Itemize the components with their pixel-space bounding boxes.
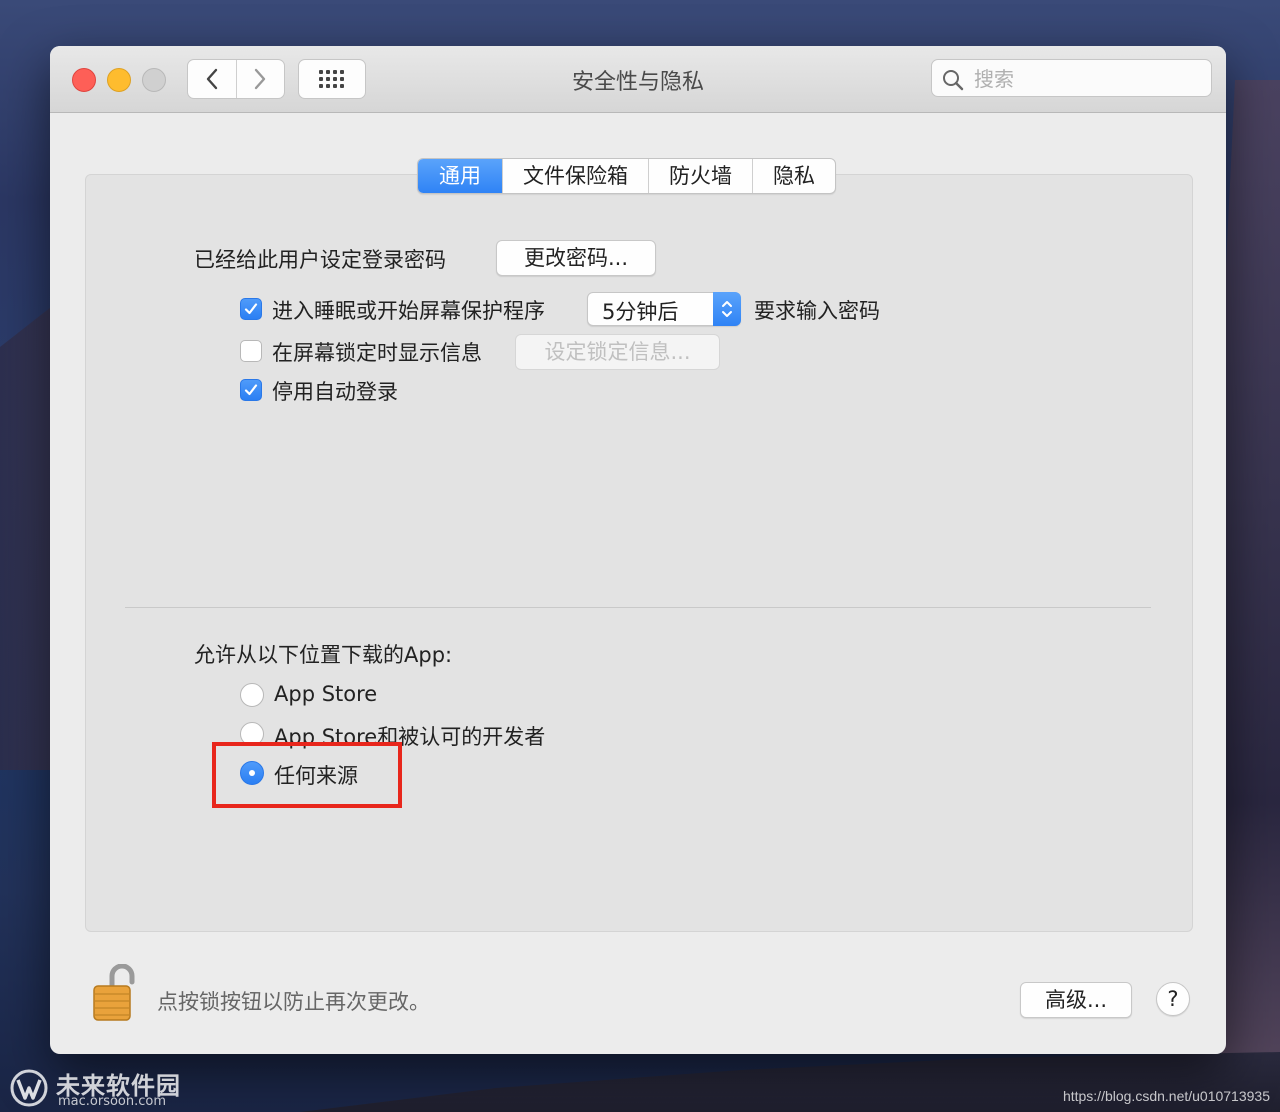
checkmark-icon (244, 303, 258, 315)
search-input[interactable] (972, 64, 1206, 94)
tab-general[interactable]: 通用 (418, 159, 502, 193)
red-highlight-box (212, 742, 402, 808)
require-password-label: 进入睡眠或开始屏幕保护程序 (272, 299, 545, 323)
show-message-label: 在屏幕锁定时显示信息 (272, 341, 482, 365)
title-bar: 安全性与隐私 (50, 46, 1226, 113)
require-password-checkbox[interactable] (240, 298, 262, 320)
tab-firewall[interactable]: 防火墙 (648, 159, 752, 193)
help-button[interactable]: ? (1156, 982, 1190, 1016)
disable-auto-login-label: 停用自动登录 (272, 380, 398, 404)
tab-privacy[interactable]: 隐私 (752, 159, 835, 193)
wallpaper-cliff-right (1220, 80, 1280, 1112)
tab-filevault[interactable]: 文件保险箱 (502, 159, 648, 193)
advanced-button[interactable]: 高级... (1020, 982, 1132, 1018)
require-password-suffix: 要求输入密码 (754, 299, 880, 323)
password-delay-value: 5分钟后 (602, 300, 679, 324)
lock-hint-text: 点按锁按钮以防止再次更改。 (157, 990, 430, 1014)
section-divider (125, 607, 1151, 608)
security-privacy-window: 安全性与隐私 通用 文件保险箱 防火墙 隐私 已经给此用户设定登录密码 更改密码… (50, 46, 1226, 1054)
checkmark-icon (244, 384, 258, 396)
search-field[interactable] (931, 59, 1212, 97)
brand-logo-icon (10, 1069, 48, 1107)
search-icon (943, 70, 964, 91)
disable-auto-login-checkbox[interactable] (240, 379, 262, 401)
brand-watermark-url: mac.orsoon.com (58, 1094, 167, 1109)
allow-downloads-heading: 允许从以下位置下载的App: (194, 643, 453, 667)
show-message-checkbox[interactable] (240, 340, 262, 362)
tab-content-panel (85, 174, 1193, 932)
radio-app-store[interactable] (240, 683, 264, 707)
unlocked-padlock-icon[interactable] (90, 964, 140, 1024)
csdn-watermark: https://blog.csdn.net/u010713935 (1062, 1088, 1270, 1104)
set-lock-message-button: 设定锁定信息... (515, 334, 720, 370)
tab-bar: 通用 文件保险箱 防火墙 隐私 (417, 158, 836, 194)
password-set-label: 已经给此用户设定登录密码 (194, 248, 446, 272)
popup-arrows-icon (713, 292, 741, 326)
password-delay-popup[interactable]: 5分钟后 (587, 292, 741, 326)
change-password-button[interactable]: 更改密码... (496, 240, 656, 276)
radio-app-store-label: App Store (274, 682, 378, 706)
